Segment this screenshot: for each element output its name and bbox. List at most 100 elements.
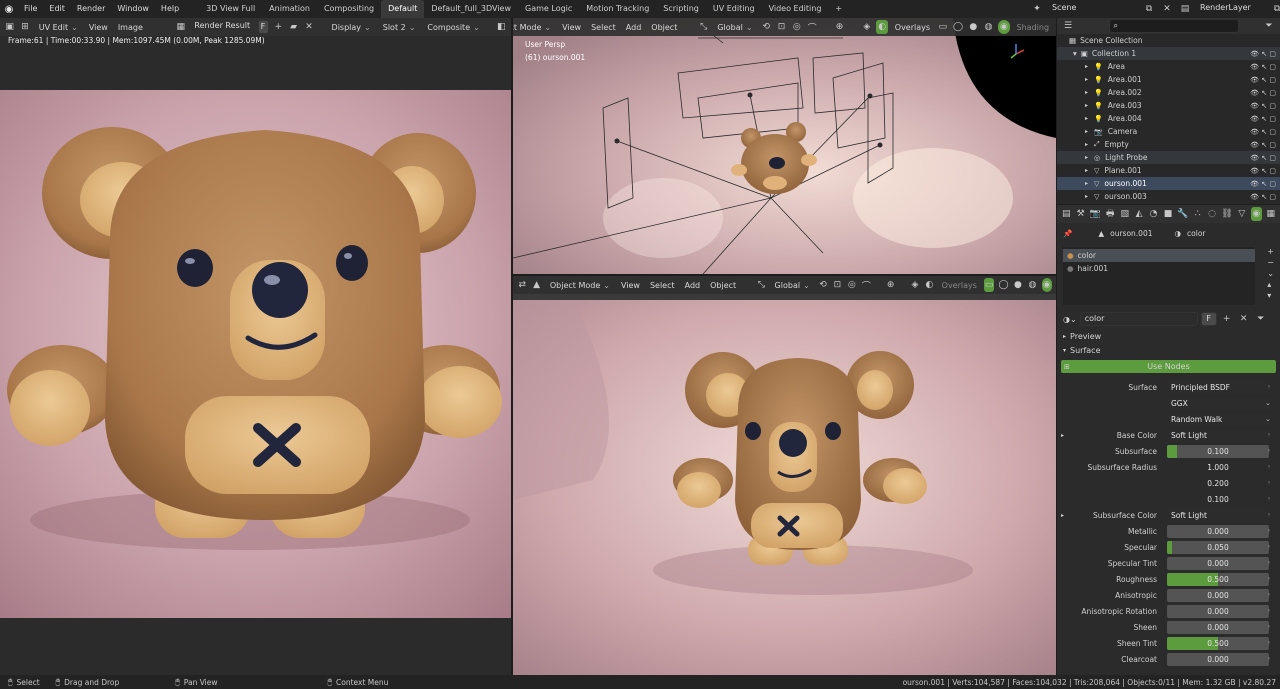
menu-render[interactable]: Render (71, 0, 111, 18)
outliner-item-area-004[interactable]: ▸ 💡 Area.004 👁 ↖ ▢ (1057, 112, 1280, 125)
prop-value-field[interactable]: 0.000 (1167, 620, 1269, 634)
outliner-item-area-002[interactable]: ▸ 💡 Area.002 👁 ↖ ▢ (1057, 86, 1280, 99)
visibility-icons[interactable]: 👁 ↖ ▢ (1250, 180, 1276, 188)
workspace-tab-uv-editing[interactable]: UV Editing (706, 0, 762, 18)
falloff-icon-bottom[interactable]: ⌒ (861, 278, 871, 292)
material-unlink-icon[interactable]: ✕ (1237, 312, 1251, 326)
visibility-icon-top[interactable]: ◈ (861, 20, 872, 34)
scene-field[interactable]: Scene (1048, 2, 1138, 16)
visibility-icons[interactable]: 👁 ↖ ▢ (1250, 167, 1276, 175)
new-image-icon[interactable]: + (273, 20, 284, 34)
select-menu-bottom[interactable]: Select (647, 281, 678, 290)
render-result-image[interactable] (0, 90, 511, 618)
material-tab-icon[interactable]: ◉ (1251, 207, 1262, 221)
proportional-icon-bottom[interactable]: ◎ (847, 278, 857, 292)
workspace-tab-animation[interactable]: Animation (262, 0, 317, 18)
material-slot-hair-001[interactable]: ● hair.001 (1063, 262, 1255, 275)
display-dropdown[interactable]: Display (328, 23, 375, 32)
keyframe-dot-icon[interactable]: ◦ (1267, 447, 1271, 455)
expand-input-icon[interactable]: ▸ (1061, 512, 1064, 519)
navigation-gizmo-icon[interactable] (1006, 42, 1026, 62)
visibility-icons[interactable]: 👁 ↖ ▢ (1250, 76, 1276, 84)
pin-icon[interactable]: 📌 (1063, 229, 1072, 238)
snap-icon-top[interactable]: ⊡ (776, 20, 787, 34)
prop-value-field[interactable]: GGX (1167, 396, 1269, 410)
viewport-top-canvas[interactable] (513, 18, 1056, 274)
visibility-icons[interactable]: 👁 ↖ ▢ (1250, 193, 1276, 201)
menu-edit[interactable]: Edit (43, 0, 71, 18)
keyframe-dot-icon[interactable]: ◦ (1267, 527, 1271, 535)
keyframe-dot-icon[interactable]: ◦ (1267, 463, 1271, 471)
shading-dropdown[interactable]: Shading (1014, 23, 1053, 32)
overlays-dropdown-bottom[interactable]: Overlays (939, 281, 980, 290)
visibility-icons[interactable]: 👁 ↖ ▢ (1250, 102, 1276, 110)
outliner-item-ourson-003[interactable]: ▸ ▽ ourson.003 👁 ↖ ▢ (1057, 190, 1280, 203)
workspace-tab-motion-tracking[interactable]: Motion Tracking (579, 0, 656, 18)
workspace-tab-3d-view-full[interactable]: 3D View Full (199, 0, 262, 18)
slot-specials-icon[interactable]: ⌄ (1267, 269, 1274, 278)
rendered-shading-icon-bottom[interactable]: ◉ (1041, 278, 1053, 292)
collection-row[interactable]: ▾ ▣ Collection 1 👁 ↖ ▢ (1057, 47, 1280, 60)
expand-icon[interactable]: ▸ (1085, 115, 1088, 122)
overlays-dropdown-top[interactable]: Overlays (892, 23, 933, 32)
render-tab-icon[interactable]: 📷 (1090, 207, 1101, 221)
editor-type-icon[interactable]: ▣ (4, 20, 15, 34)
material-slot-color[interactable]: ● color (1063, 249, 1255, 262)
keyframe-dot-icon[interactable]: ◦ (1267, 591, 1271, 599)
image-browse-icon[interactable]: ▦ (175, 20, 186, 34)
constraints-tab-icon[interactable]: ⛓ (1221, 207, 1232, 221)
proportional-icon-top[interactable]: ◎ (791, 20, 802, 34)
use-nodes-button[interactable]: ⊞ Use Nodes (1061, 360, 1276, 373)
data-tab-icon[interactable]: ▽ (1237, 207, 1247, 221)
rendered-shading-icon[interactable]: ◉ (998, 20, 1010, 34)
keyframe-dot-icon[interactable]: ◦ (1267, 431, 1271, 439)
visibility-icon-bottom[interactable]: ◈ (910, 278, 920, 292)
outliner-search-input[interactable]: ⌕ (1108, 19, 1239, 33)
prop-value-field[interactable]: 0.500 (1167, 636, 1269, 650)
material-copy-icon[interactable]: + (1220, 312, 1234, 326)
expand-icon[interactable]: ▸ (1085, 102, 1088, 109)
prop-value-field[interactable]: 0.000 (1167, 652, 1269, 666)
remove-slot-icon[interactable]: − (1267, 258, 1274, 267)
prop-value-field[interactable]: 0.000 (1167, 556, 1269, 570)
new-scene-icon[interactable]: ⧉ (1142, 2, 1156, 16)
material-shading-icon[interactable]: ◍ (983, 20, 994, 34)
preview-panel-header[interactable]: ▸ Preview (1057, 329, 1280, 343)
select-menu-top[interactable]: Select (588, 23, 619, 32)
visibility-icons[interactable]: 👁 ↖ ▢ (1250, 63, 1276, 71)
prop-value-field[interactable]: 0.100 (1167, 493, 1269, 506)
outliner-item-camera[interactable]: ▸ 📷 Camera 👁 ↖ ▢ (1057, 125, 1280, 138)
expand-icon[interactable]: ▸ (1085, 128, 1088, 135)
prop-value-field[interactable]: Principled BSDF (1167, 380, 1269, 394)
scene-tab-icon[interactable]: ◭ (1134, 207, 1144, 221)
prop-value-field[interactable]: 0.000 (1167, 604, 1269, 618)
object-menu-top[interactable]: Object (648, 23, 680, 32)
xray-icon-top[interactable]: ▭ (937, 20, 948, 34)
expand-icon[interactable]: ▸ (1085, 89, 1088, 96)
pivot-icon-bottom[interactable]: ⟲ (818, 278, 828, 292)
xray-icon-bottom[interactable]: ▭ (983, 278, 995, 292)
texture-tab-icon[interactable]: ▦ (1266, 207, 1276, 221)
object-mode-dropdown-bottom[interactable]: Object Mode (546, 281, 614, 290)
wireframe-shading-icon-bottom[interactable]: ◯ (998, 278, 1009, 292)
object-tab-icon[interactable]: ■ (1163, 207, 1173, 221)
material-name-field[interactable]: color (1079, 312, 1198, 326)
visibility-icons[interactable]: 👁 ↖ ▢ (1250, 128, 1276, 136)
keyframe-dot-icon[interactable]: ◦ (1267, 607, 1271, 615)
overlays-toggle-icon-top[interactable]: ◐ (876, 20, 888, 34)
tool-tab-icon[interactable]: ⚒ (1075, 207, 1085, 221)
prop-value-field[interactable]: 0.200 (1167, 477, 1269, 490)
keyframe-dot-icon[interactable]: ◦ (1267, 479, 1271, 487)
editor-type-icon-bottom[interactable]: ⇄ (517, 278, 527, 292)
prop-value-field[interactable]: 0.500 (1167, 572, 1269, 586)
workspace-tab-default-full-3dview[interactable]: Default_full_3DView (424, 0, 518, 18)
surface-panel-header[interactable]: ▾ Surface (1057, 343, 1280, 357)
scene-collection-row[interactable]: ▦ Scene Collection (1057, 34, 1280, 47)
prop-value-field[interactable]: 0.050 (1167, 540, 1269, 554)
expand-icon[interactable]: ▸ (1085, 180, 1088, 187)
prop-value-field[interactable]: Random Walk (1167, 412, 1269, 426)
menu-help[interactable]: Help (155, 0, 185, 18)
prop-value-field[interactable]: Soft Light (1167, 508, 1269, 522)
world-tab-icon[interactable]: ◔ (1148, 207, 1158, 221)
visibility-icons[interactable]: 👁 ↖ ▢ (1250, 154, 1276, 162)
